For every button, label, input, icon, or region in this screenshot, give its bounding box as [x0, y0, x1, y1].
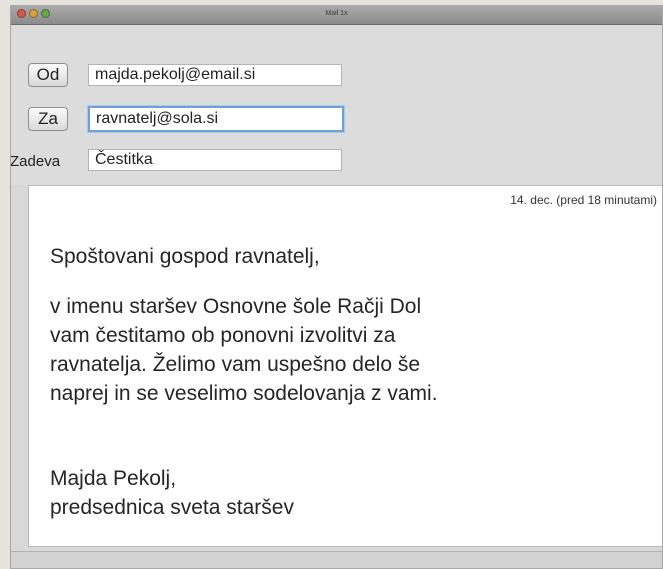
- message-line: v imenu staršev Osnovne šole Račji Dol: [50, 295, 422, 318]
- from-field[interactable]: majda.pekolj@email.si: [88, 64, 342, 86]
- message-line: ravnatelja. Želimo vam uspešno delo še: [50, 353, 421, 376]
- to-field[interactable]: ravnatelj@sola.si: [88, 106, 344, 132]
- window-title: Mail 1x: [325, 10, 348, 17]
- subject-field[interactable]: Čestitka: [88, 149, 342, 171]
- mail-window: Mail 1x Od majda.pekolj@email.si Za ravn…: [10, 5, 663, 569]
- message-line: vam čestitamo ob ponovni izvolitvi za: [50, 324, 396, 347]
- signature-line: Majda Pekolj,: [50, 467, 177, 490]
- subject-label: Zadeva: [10, 153, 61, 170]
- signature-line: predsednica sveta staršev: [50, 496, 294, 519]
- title-bar: Mail 1x: [11, 6, 662, 25]
- bottom-bar: [11, 551, 662, 568]
- to-button[interactable]: Za: [28, 107, 68, 131]
- message-greeting: Spoštovani gospod ravnatelj,: [50, 245, 320, 268]
- message-body[interactable]: 14. dec. (pred 18 minutami) Spoštovani g…: [28, 185, 662, 547]
- message-header: Od majda.pekolj@email.si Za ravnatelj@so…: [11, 25, 662, 185]
- message-line: naprej in se veselimo sodelovanja z vami…: [50, 382, 438, 405]
- from-button[interactable]: Od: [28, 63, 68, 87]
- message-paragraph: v imenu staršev Osnovne šole Račji Dol v…: [50, 292, 438, 408]
- message-timestamp: 14. dec. (pred 18 minutami): [510, 193, 657, 207]
- message-signature: Majda Pekolj, predsednica sveta staršev: [50, 464, 294, 522]
